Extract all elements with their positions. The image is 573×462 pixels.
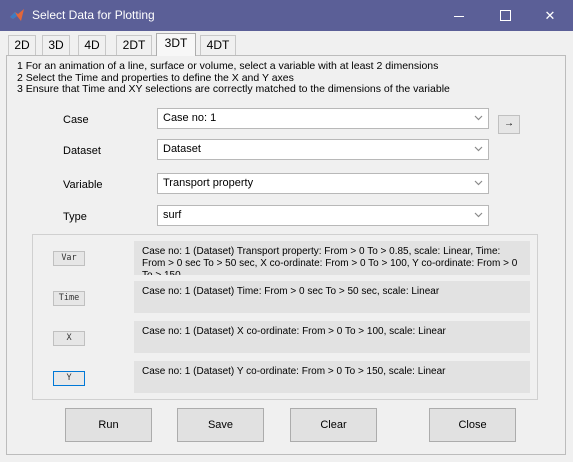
- tab-3d[interactable]: 3D: [42, 35, 70, 55]
- case-label: Case: [63, 114, 89, 126]
- chevron-down-icon: [474, 180, 483, 186]
- dataset-label: Dataset: [63, 145, 101, 157]
- run-button[interactable]: Run: [65, 408, 152, 442]
- dataset-value: Dataset: [163, 143, 201, 155]
- selection-group: Var Case no: 1 (Dataset) Transport prope…: [32, 234, 538, 400]
- tab-4dt[interactable]: 4DT: [200, 35, 236, 55]
- window-title: Select Data for Plotting: [32, 8, 155, 22]
- type-dropdown[interactable]: surf: [157, 205, 489, 226]
- case-next-button[interactable]: →: [498, 115, 520, 134]
- variable-value: Transport property: [163, 177, 254, 189]
- case-dropdown[interactable]: Case no: 1: [157, 108, 489, 129]
- x-selection-text: Case no: 1 (Dataset) X co-ordinate: From…: [134, 321, 530, 353]
- var-select-button[interactable]: Var: [53, 251, 85, 266]
- maximize-button[interactable]: [482, 0, 528, 31]
- title-bar[interactable]: Select Data for Plotting ✕: [0, 0, 573, 31]
- save-button[interactable]: Save: [177, 408, 264, 442]
- matlab-logo-icon: [10, 9, 24, 21]
- minimize-button[interactable]: [436, 0, 482, 31]
- tab-panel-3dt: 1 For an animation of a line, surface or…: [6, 55, 566, 455]
- variable-dropdown[interactable]: Transport property: [157, 173, 489, 194]
- clear-button[interactable]: Clear: [290, 408, 377, 442]
- instructions: 1 For an animation of a line, surface or…: [17, 60, 450, 96]
- time-select-button[interactable]: Time: [53, 291, 85, 306]
- chevron-down-icon: [474, 146, 483, 152]
- y-selection-text: Case no: 1 (Dataset) Y co-ordinate: From…: [134, 361, 530, 393]
- dataset-dropdown[interactable]: Dataset: [157, 139, 489, 160]
- y-select-button[interactable]: Y: [53, 371, 85, 386]
- instruction-line: 3 Ensure that Time and XY selections are…: [17, 83, 450, 95]
- variable-label: Variable: [63, 179, 103, 191]
- case-value: Case no: 1: [163, 112, 217, 124]
- close-window-button[interactable]: ✕: [527, 0, 573, 31]
- tab-2dt[interactable]: 2DT: [116, 35, 152, 55]
- time-selection-text: Case no: 1 (Dataset) Time: From > 0 sec …: [134, 281, 530, 313]
- select-data-window: Select Data for Plotting ✕ 2D 3D 4D 2DT …: [0, 0, 573, 462]
- x-select-button[interactable]: X: [53, 331, 85, 346]
- var-selection-text: Case no: 1 (Dataset) Transport property:…: [134, 241, 530, 275]
- type-value: surf: [163, 209, 182, 221]
- close-button[interactable]: Close: [429, 408, 516, 442]
- tab-4d[interactable]: 4D: [78, 35, 106, 55]
- chevron-down-icon: [474, 212, 483, 218]
- tab-strip: 2D 3D 4D 2DT 3DT 4DT: [0, 31, 573, 56]
- chevron-down-icon: [474, 115, 483, 121]
- instruction-line: 1 For an animation of a line, surface or…: [17, 60, 439, 72]
- tab-2d[interactable]: 2D: [8, 35, 36, 55]
- tab-3dt[interactable]: 3DT: [156, 33, 196, 56]
- type-label: Type: [63, 211, 87, 223]
